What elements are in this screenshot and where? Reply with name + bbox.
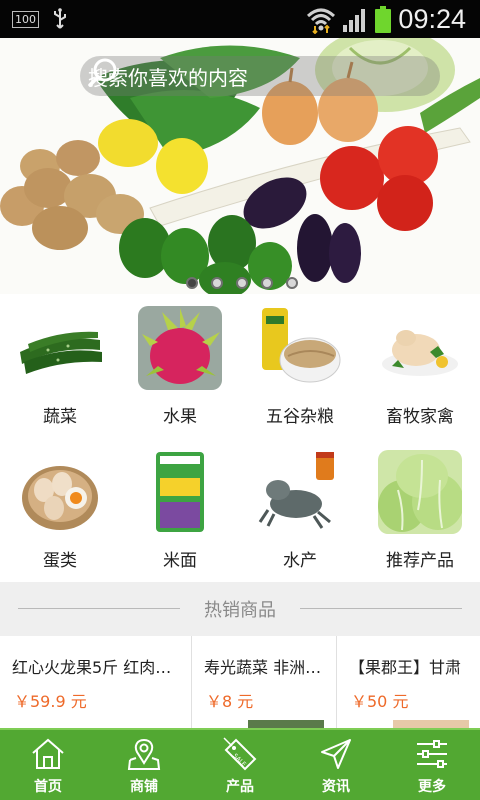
dragon-fruit-icon <box>138 306 222 390</box>
cucumber-icon <box>18 306 102 390</box>
search-icon[interactable] <box>86 56 120 90</box>
cabbage-icon <box>378 450 462 534</box>
product-thumbnail <box>393 720 469 728</box>
send-icon <box>321 739 351 769</box>
category-grains[interactable]: 五谷杂粮 <box>240 294 360 438</box>
product-card[interactable]: 寿光蔬菜 非洲冰草 ￥8 元 <box>192 636 337 728</box>
clock: 09:24 <box>398 4 466 34</box>
carousel-dot[interactable] <box>261 277 273 289</box>
category-eggs[interactable]: 蛋类 <box>0 438 120 582</box>
divider <box>300 608 462 609</box>
category-label: 五谷杂粮 <box>266 407 334 427</box>
nav-products[interactable]: SALE 产品 <box>192 730 288 800</box>
eggs-icon <box>18 450 102 534</box>
category-label: 蛋类 <box>43 551 77 571</box>
status-bar: 100 09:24 <box>0 0 480 38</box>
crab-icon <box>258 450 342 534</box>
wifi-icon <box>307 8 336 34</box>
hot-products-list: 红心火龙果5斤 红肉火龙果 ￥59.9 元 寿光蔬菜 非洲冰草 ￥8 元 【果郡… <box>0 636 480 728</box>
rice-bag-icon <box>138 450 222 534</box>
product-card[interactable]: 【果郡王】甘肃 ￥50 元 <box>337 636 480 728</box>
section-title: 热销商品 <box>204 600 276 621</box>
nav-stores[interactable]: 商铺 <box>96 730 192 800</box>
battery-level-indicator: 100 <box>12 10 39 28</box>
category-poultry[interactable]: 畜牧家禽 <box>360 294 480 438</box>
category-seafood[interactable]: 水产 <box>240 438 360 582</box>
nav-label: 商铺 <box>130 779 158 795</box>
svg-text:SALE: SALE <box>232 752 248 768</box>
product-thumbnail <box>248 720 324 728</box>
bottom-navigation: 首页 商铺 SALE 产品 资讯 更多 <box>0 728 480 800</box>
category-rice-flour[interactable]: 米面 <box>120 438 240 582</box>
carousel-indicator <box>186 277 298 289</box>
store-map-icon <box>127 738 161 770</box>
carousel-dot[interactable] <box>236 277 248 289</box>
category-vegetables[interactable]: 蔬菜 <box>0 294 120 438</box>
carousel-dot[interactable] <box>286 277 298 289</box>
nav-label: 更多 <box>418 779 446 795</box>
signal-icon <box>343 8 366 32</box>
product-price: ￥59.9 元 <box>14 692 87 711</box>
category-label: 米面 <box>163 551 197 571</box>
category-fruit[interactable]: 水果 <box>120 294 240 438</box>
category-label: 蔬菜 <box>43 407 77 427</box>
nav-more[interactable]: 更多 <box>384 730 480 800</box>
poultry-icon <box>378 306 462 390</box>
product-name: 【果郡王】甘肃 <box>349 658 462 677</box>
nav-label: 首页 <box>34 779 62 795</box>
nav-home[interactable]: 首页 <box>0 730 96 800</box>
usb-icon <box>54 8 66 29</box>
category-label: 推荐产品 <box>386 551 454 571</box>
nav-news[interactable]: 资讯 <box>288 730 384 800</box>
battery-icon <box>375 5 392 33</box>
search-bar[interactable]: 搜索你喜欢的内容 <box>80 56 440 96</box>
product-card[interactable]: 红心火龙果5斤 红肉火龙果 ￥59.9 元 <box>0 636 192 728</box>
nav-label: 产品 <box>226 779 254 795</box>
product-name: 寿光蔬菜 非洲冰草 <box>204 658 328 677</box>
nav-label: 资讯 <box>322 779 350 795</box>
home-icon <box>32 738 64 769</box>
category-grid: 蔬菜 水果 五谷杂粮 畜牧家禽 蛋类 米面 水产 推荐产品 <box>0 294 480 582</box>
product-price: ￥8 元 <box>206 692 254 711</box>
hero-banner[interactable]: 搜索你喜欢的内容 <box>0 38 480 294</box>
category-label: 水果 <box>163 407 197 427</box>
hot-products-header: 热销商品 <box>0 582 480 636</box>
category-recommended[interactable]: 推荐产品 <box>360 438 480 582</box>
sale-tag-icon: SALE <box>223 737 257 771</box>
carousel-dot[interactable] <box>186 277 198 289</box>
settings-sliders-icon <box>417 740 447 768</box>
category-label: 水产 <box>283 551 317 571</box>
product-name: 红心火龙果5斤 红肉火龙果 <box>12 658 183 677</box>
carousel-dot[interactable] <box>211 277 223 289</box>
category-label: 畜牧家禽 <box>386 407 454 427</box>
product-price: ￥50 元 <box>351 692 409 711</box>
grain-icon <box>258 306 342 390</box>
